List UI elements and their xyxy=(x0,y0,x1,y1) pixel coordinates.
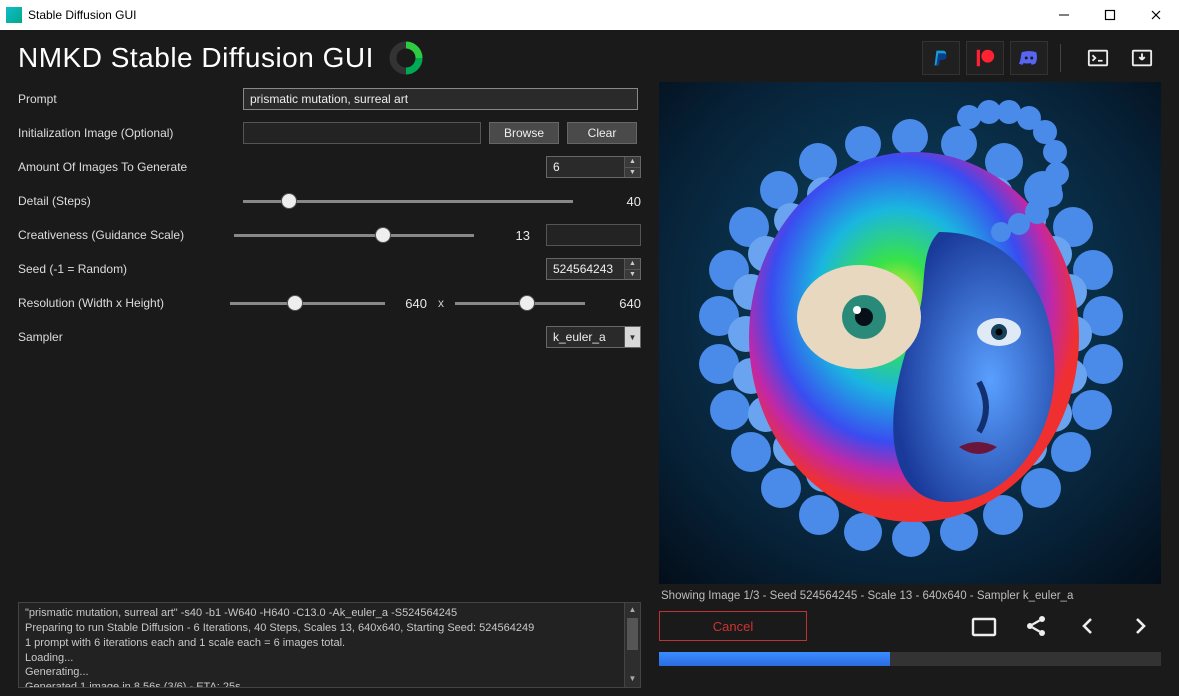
minimize-button[interactable] xyxy=(1041,0,1087,30)
cancel-button[interactable]: Cancel xyxy=(659,611,807,641)
log-line: 1 prompt with 6 iterations each and 1 sc… xyxy=(25,636,634,651)
patreon-button[interactable] xyxy=(966,41,1004,75)
image-info: Showing Image 1/3 - Seed 524564245 - Sca… xyxy=(659,584,1161,606)
close-button[interactable] xyxy=(1133,0,1179,30)
log-line: Preparing to run Stable Diffusion - 6 It… xyxy=(25,621,634,636)
image-preview xyxy=(659,82,1161,584)
app-icon xyxy=(6,7,22,23)
chevron-down-icon: ▼ xyxy=(624,327,640,347)
init-image-label: Initialization Image (Optional) xyxy=(18,126,243,140)
paypal-button[interactable] xyxy=(922,41,960,75)
chevron-down-icon[interactable]: ▼ xyxy=(629,672,637,687)
window-title: Stable Diffusion GUI xyxy=(28,8,137,22)
guidance-value: 13 xyxy=(490,228,530,243)
window-titlebar: Stable Diffusion GUI xyxy=(0,0,1179,30)
download-button[interactable] xyxy=(1123,41,1161,75)
seed-value: 524564243 xyxy=(553,262,613,276)
sampler-value: k_euler_a xyxy=(553,330,606,344)
chevron-up-icon[interactable]: ▲ xyxy=(625,259,640,270)
chevron-up-icon[interactable]: ▲ xyxy=(625,157,640,168)
steps-label: Detail (Steps) xyxy=(18,194,243,208)
seed-stepper[interactable]: 524564243 ▲▼ xyxy=(546,258,641,280)
chevron-down-icon[interactable]: ▼ xyxy=(625,270,640,280)
steps-slider[interactable] xyxy=(243,191,573,211)
log-line: Generating... xyxy=(25,665,634,680)
resolution-label: Resolution (Width x Height) xyxy=(18,296,230,310)
log-line: Generated 1 image in 8.56s (3/6) - ETA: … xyxy=(25,680,634,688)
log-scrollbar[interactable]: ▲ ▼ xyxy=(624,603,640,687)
settings-form: Prompt Initialization Image (Optional) B… xyxy=(18,82,641,598)
browse-button[interactable]: Browse xyxy=(489,122,559,144)
prompt-label: Prompt xyxy=(18,92,243,106)
next-image-button[interactable] xyxy=(1119,608,1161,644)
guidance-extra-field[interactable] xyxy=(546,224,641,246)
header-divider xyxy=(1060,44,1061,72)
fullscreen-button[interactable] xyxy=(963,608,1005,644)
sampler-label: Sampler xyxy=(18,330,243,344)
log-line: "prismatic mutation, surreal art" -s40 -… xyxy=(25,606,634,621)
resolution-separator: x xyxy=(435,296,447,310)
height-slider[interactable] xyxy=(455,293,585,313)
guidance-slider[interactable] xyxy=(234,225,474,245)
sampler-select[interactable]: k_euler_a ▼ xyxy=(546,326,641,348)
guidance-label: Creativeness (Guidance Scale) xyxy=(18,228,234,242)
app-title: NMKD Stable Diffusion GUI xyxy=(18,42,374,74)
steps-value: 40 xyxy=(601,194,641,209)
clear-button[interactable]: Clear xyxy=(567,122,637,144)
prev-image-button[interactable] xyxy=(1067,608,1109,644)
progress-bar xyxy=(659,652,1161,666)
discord-button[interactable] xyxy=(1010,41,1048,75)
logo-ring-icon xyxy=(388,40,424,76)
log-panel: "prismatic mutation, surreal art" -s40 -… xyxy=(18,602,641,688)
seed-label: Seed (-1 = Random) xyxy=(18,262,243,276)
prompt-input[interactable] xyxy=(243,88,638,110)
log-line: Loading... xyxy=(25,651,634,666)
height-value: 640 xyxy=(601,296,641,311)
chevron-down-icon[interactable]: ▼ xyxy=(625,168,640,178)
width-slider[interactable] xyxy=(230,293,385,313)
maximize-button[interactable] xyxy=(1087,0,1133,30)
amount-value: 6 xyxy=(553,160,560,174)
terminal-button[interactable] xyxy=(1079,41,1117,75)
progress-fill xyxy=(659,652,890,666)
amount-stepper[interactable]: 6 ▲▼ xyxy=(546,156,641,178)
chevron-up-icon[interactable]: ▲ xyxy=(629,603,637,618)
amount-label: Amount Of Images To Generate xyxy=(18,160,243,174)
width-value: 640 xyxy=(393,296,427,311)
share-button[interactable] xyxy=(1015,608,1057,644)
init-image-input[interactable] xyxy=(243,122,481,144)
app-header: NMKD Stable Diffusion GUI xyxy=(0,30,1179,82)
